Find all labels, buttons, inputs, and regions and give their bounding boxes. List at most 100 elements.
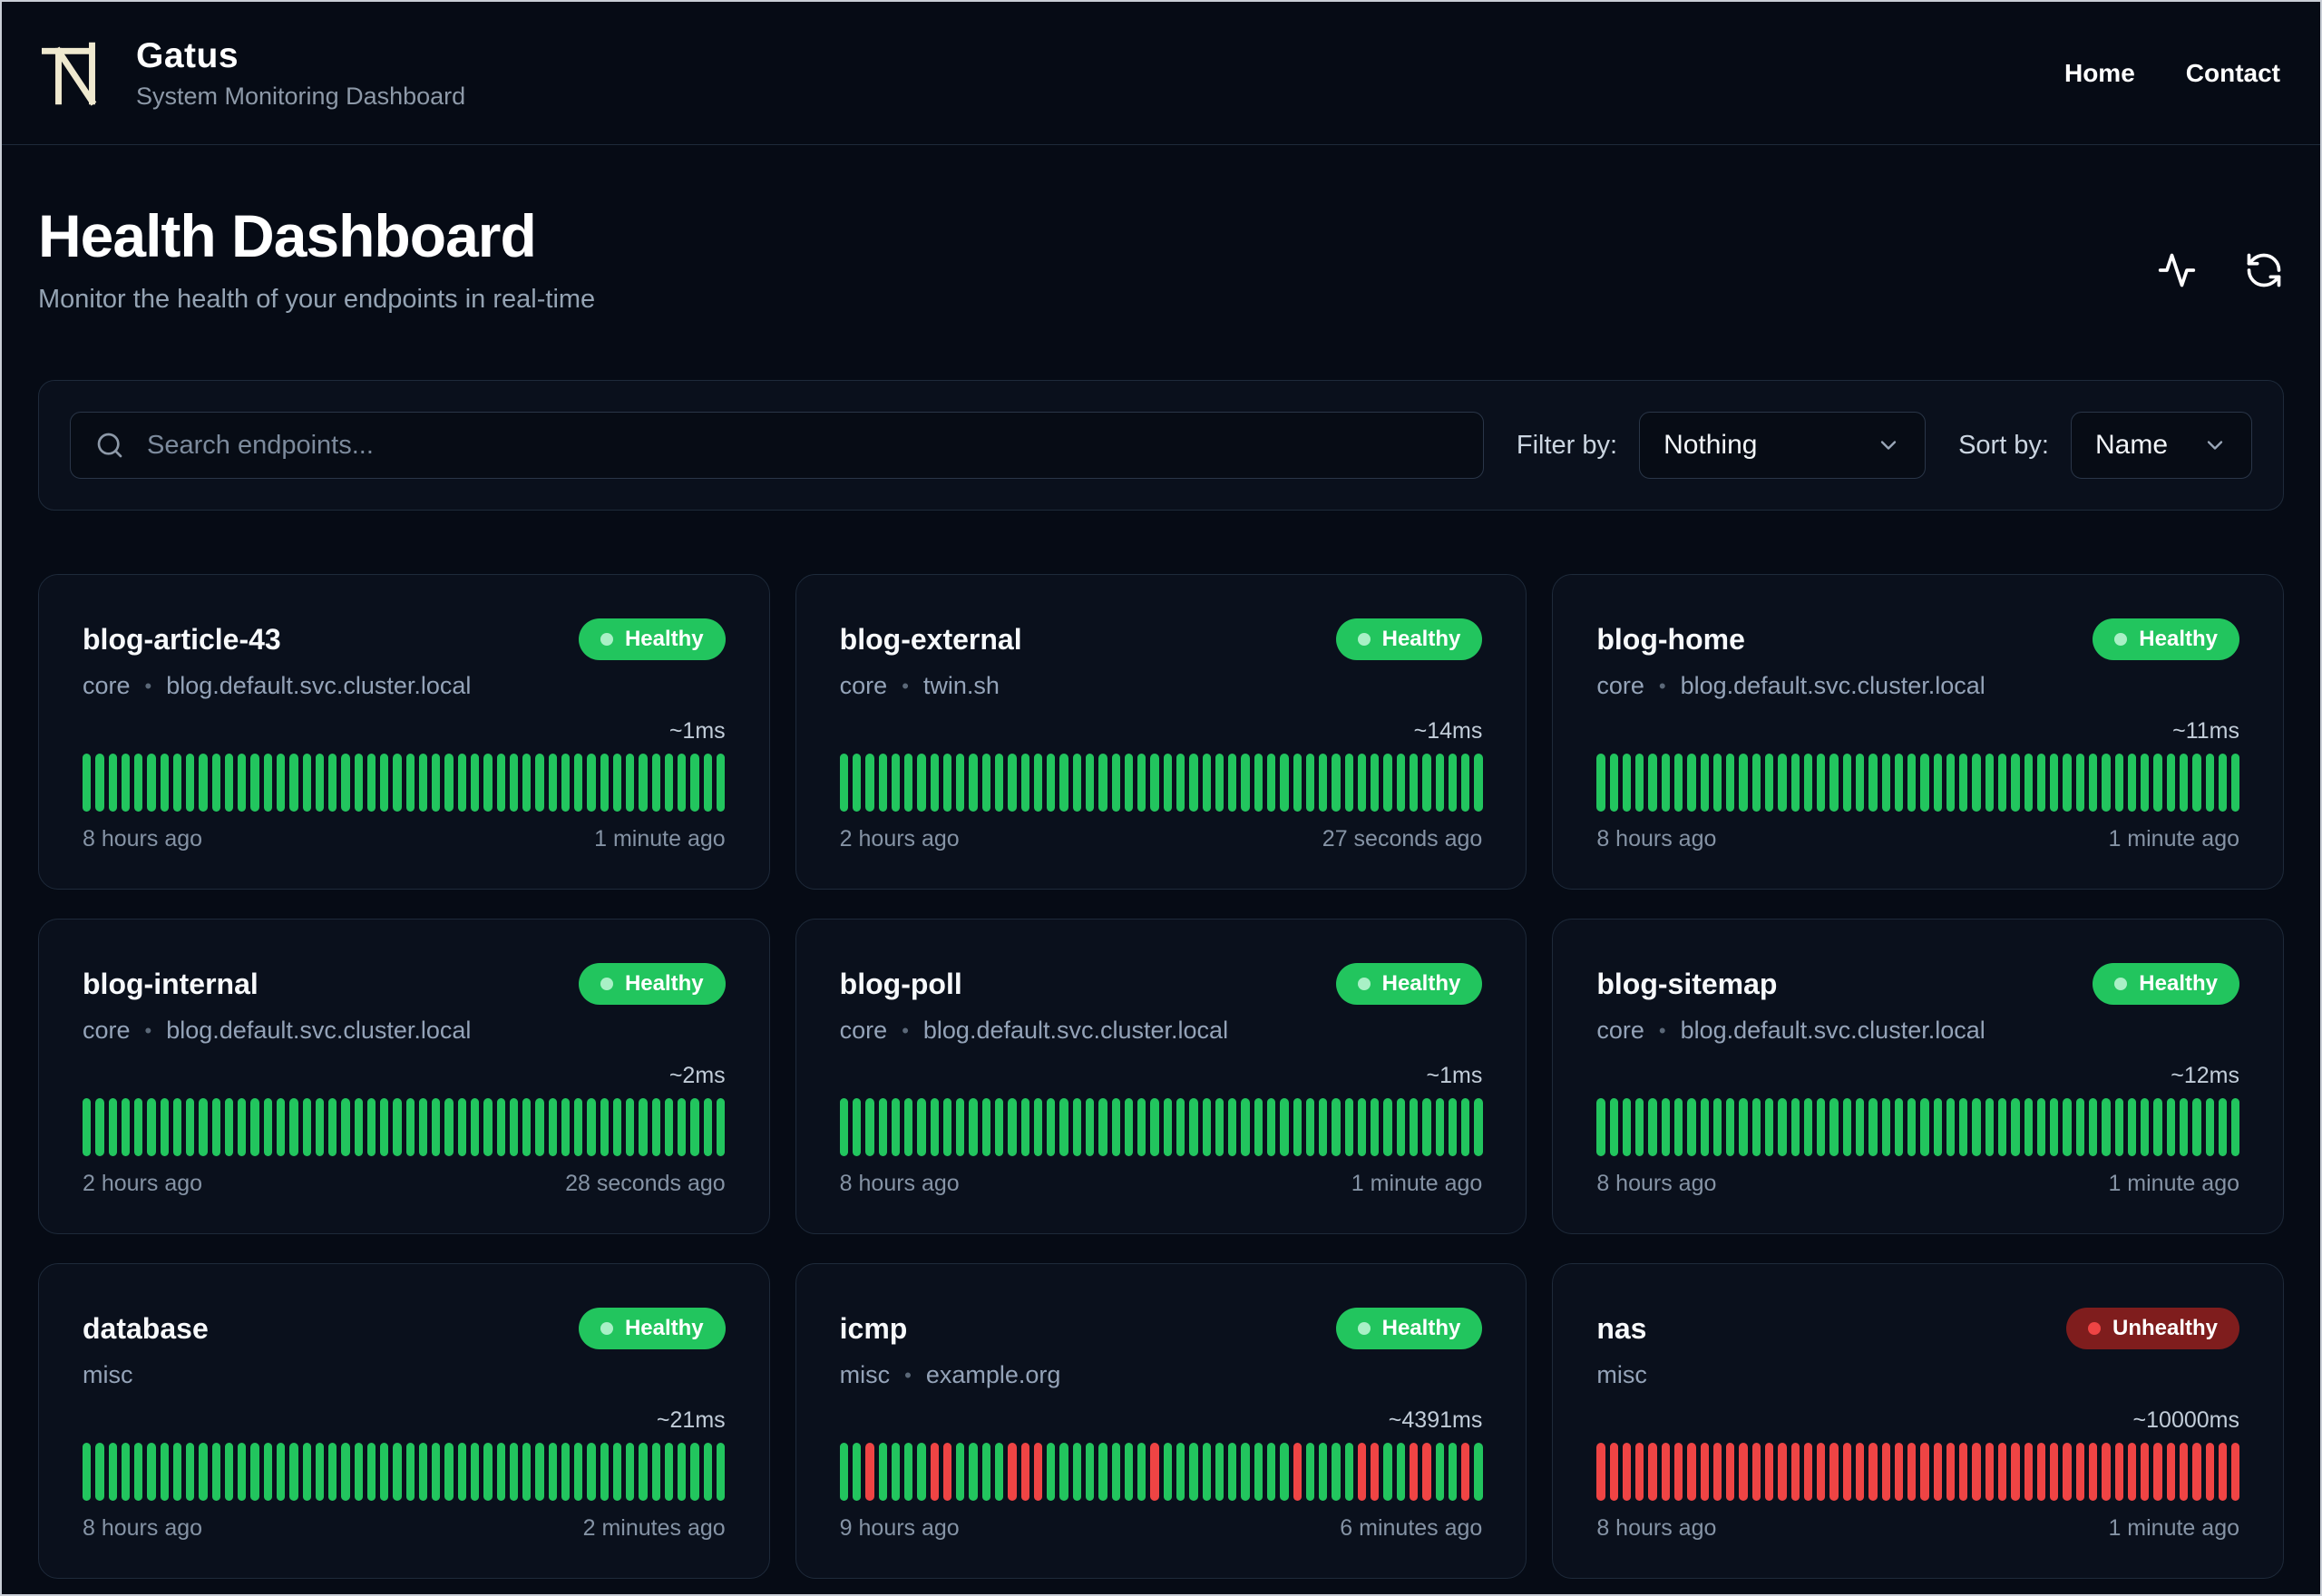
status-bar[interactable]	[147, 754, 156, 812]
status-bar[interactable]	[328, 1443, 337, 1501]
status-bar[interactable]	[1371, 754, 1380, 812]
filter-select[interactable]: Nothing	[1639, 412, 1927, 479]
status-bar[interactable]	[1972, 1443, 1981, 1501]
status-bar[interactable]	[1215, 754, 1224, 812]
status-bar[interactable]	[600, 1443, 609, 1501]
status-bar[interactable]	[930, 1098, 939, 1156]
status-bar[interactable]	[1033, 754, 1043, 812]
status-bar[interactable]	[1972, 1098, 1981, 1156]
endpoint-card[interactable]: blog-internal Healthy core • blog.defaul…	[38, 919, 770, 1234]
status-bar[interactable]	[405, 1443, 415, 1501]
status-bar[interactable]	[904, 754, 913, 812]
status-bar[interactable]	[548, 754, 557, 812]
status-bar[interactable]	[366, 1443, 376, 1501]
status-bar[interactable]	[1739, 1098, 1748, 1156]
status-bar[interactable]	[1700, 1443, 1709, 1501]
status-bar[interactable]	[470, 754, 480, 812]
status-bar[interactable]	[1150, 1098, 1159, 1156]
status-bar[interactable]	[1894, 1098, 1904, 1156]
status-bar[interactable]	[956, 1443, 965, 1501]
status-bar[interactable]	[1033, 1098, 1043, 1156]
endpoint-card[interactable]: blog-sitemap Healthy core • blog.default…	[1552, 919, 2284, 1234]
status-bar[interactable]	[432, 754, 441, 812]
status-bar[interactable]	[1047, 1098, 1056, 1156]
status-bar[interactable]	[1371, 1098, 1380, 1156]
status-bar[interactable]	[1150, 754, 1159, 812]
status-bar[interactable]	[651, 1443, 660, 1501]
status-bar[interactable]	[2127, 1098, 2137, 1156]
status-bar[interactable]	[418, 1098, 428, 1156]
status-bar[interactable]	[328, 1098, 337, 1156]
status-bar[interactable]	[664, 1098, 674, 1156]
status-bar[interactable]	[1596, 1098, 1605, 1156]
status-bar[interactable]	[2218, 1443, 2228, 1501]
status-bar[interactable]	[366, 754, 376, 812]
status-bar[interactable]	[1332, 1443, 1341, 1501]
status-bar[interactable]	[1461, 754, 1470, 812]
status-bar[interactable]	[457, 1098, 466, 1156]
status-bar[interactable]	[1687, 754, 1696, 812]
status-bar[interactable]	[2179, 1443, 2189, 1501]
status-bar[interactable]	[1855, 1443, 1865, 1501]
status-bar[interactable]	[1933, 1098, 1942, 1156]
status-bar[interactable]	[224, 1443, 234, 1501]
status-bar[interactable]	[1098, 1098, 1107, 1156]
status-bar[interactable]	[211, 1443, 220, 1501]
status-bar[interactable]	[981, 1098, 991, 1156]
status-bar[interactable]	[956, 1098, 965, 1156]
status-bar[interactable]	[1661, 1443, 1671, 1501]
status-bar[interactable]	[995, 754, 1004, 812]
status-bar[interactable]	[878, 1098, 887, 1156]
status-bar[interactable]	[444, 754, 454, 812]
status-bar[interactable]	[1163, 1443, 1172, 1501]
status-bar[interactable]	[600, 1098, 609, 1156]
status-bar[interactable]	[496, 754, 505, 812]
status-bar[interactable]	[969, 754, 978, 812]
status-bar[interactable]	[238, 1443, 247, 1501]
status-bar[interactable]	[664, 1443, 674, 1501]
status-bar[interactable]	[1150, 1443, 1159, 1501]
status-bar[interactable]	[2102, 1098, 2111, 1156]
status-bar[interactable]	[1435, 1098, 1444, 1156]
status-bar[interactable]	[956, 754, 965, 812]
status-bar[interactable]	[1396, 1443, 1406, 1501]
status-bar[interactable]	[1803, 1443, 1813, 1501]
status-bar[interactable]	[1842, 1098, 1851, 1156]
status-bar[interactable]	[1946, 1098, 1956, 1156]
status-bar[interactable]	[1881, 1098, 1890, 1156]
nav-contact[interactable]: Contact	[2186, 59, 2280, 88]
status-bar[interactable]	[904, 1443, 913, 1501]
status-bar[interactable]	[160, 1098, 169, 1156]
status-bar[interactable]	[509, 1098, 519, 1156]
status-bar[interactable]	[1344, 1098, 1353, 1156]
status-bar[interactable]	[393, 1443, 402, 1501]
status-bar[interactable]	[263, 1443, 272, 1501]
status-bar[interactable]	[587, 1098, 596, 1156]
status-bar[interactable]	[457, 754, 466, 812]
status-bar[interactable]	[432, 1443, 441, 1501]
status-bar[interactable]	[2050, 754, 2059, 812]
status-bar[interactable]	[1086, 754, 1095, 812]
status-bar[interactable]	[1008, 1443, 1017, 1501]
status-bar[interactable]	[1661, 1098, 1671, 1156]
status-bar[interactable]	[865, 1443, 874, 1501]
status-bar[interactable]	[1778, 1098, 1787, 1156]
status-bar[interactable]	[2036, 1443, 2046, 1501]
status-bar[interactable]	[2114, 1443, 2123, 1501]
status-bar[interactable]	[1907, 1098, 1917, 1156]
status-bar[interactable]	[2075, 754, 2085, 812]
status-bar[interactable]	[839, 1098, 848, 1156]
status-bar[interactable]	[199, 1443, 208, 1501]
status-bar[interactable]	[1829, 1443, 1839, 1501]
status-bar[interactable]	[83, 1098, 92, 1156]
status-bar[interactable]	[276, 1443, 286, 1501]
status-bar[interactable]	[1344, 1443, 1353, 1501]
status-bar[interactable]	[341, 1443, 350, 1501]
status-bar[interactable]	[1778, 754, 1787, 812]
status-bar[interactable]	[1461, 1098, 1470, 1156]
status-bar[interactable]	[1764, 1443, 1774, 1501]
status-bar[interactable]	[1687, 1443, 1696, 1501]
status-bar[interactable]	[509, 1443, 519, 1501]
status-bar[interactable]	[1751, 1443, 1761, 1501]
status-bar[interactable]	[1422, 754, 1431, 812]
